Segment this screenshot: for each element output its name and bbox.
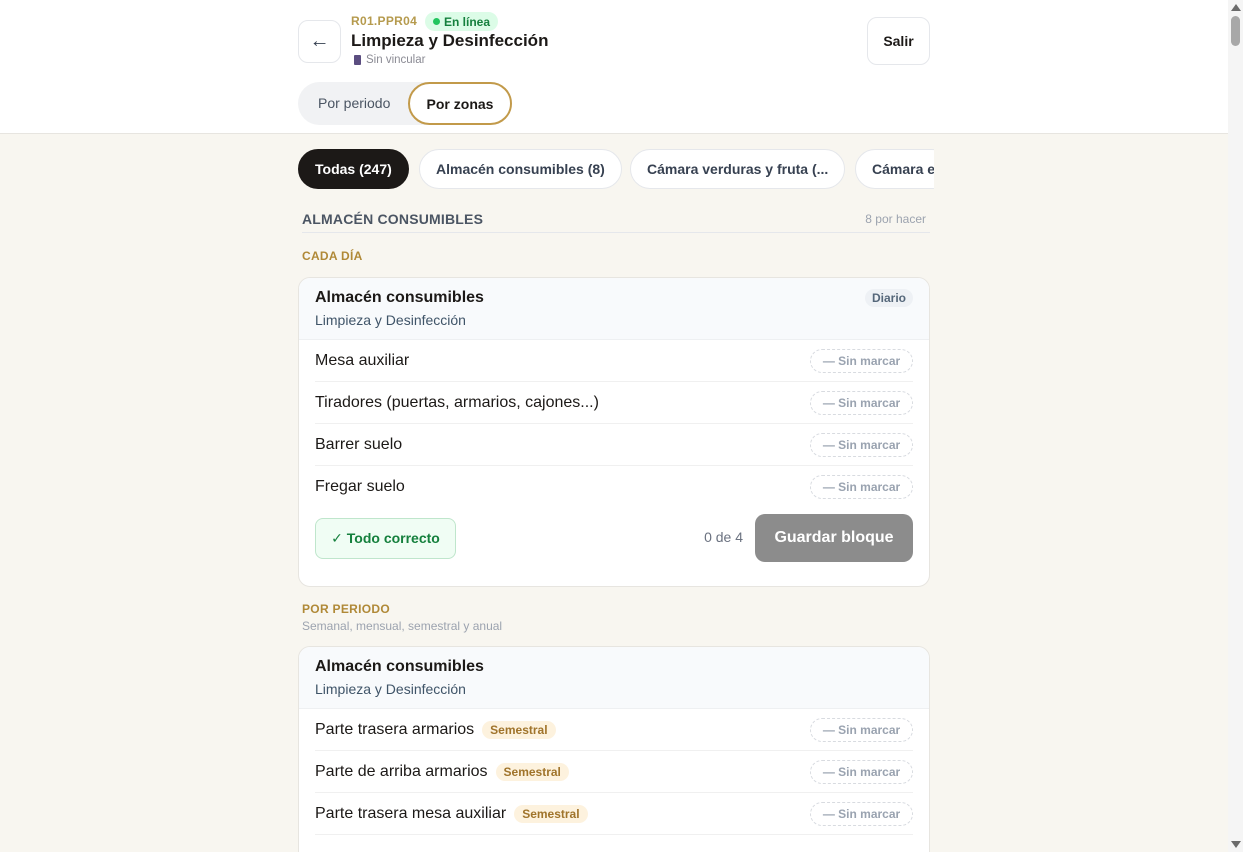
arrow-left-icon: ← [309, 30, 330, 52]
task-row: Parte trasera mesa auxiliar Semestral — … [315, 793, 913, 835]
card-footer: ✓ Todo correcto 0 de 4 Guardar bloque [299, 508, 929, 584]
periodic-card: Almacén consumibles Limpieza y Desinfecc… [298, 646, 930, 852]
exit-button[interactable]: Salir [867, 17, 930, 65]
section-pending-count: 8 por hacer [865, 212, 926, 226]
task-label: Parte trasera mesa auxiliar [315, 805, 507, 822]
card-subtitle: Limpieza y Desinfección [315, 312, 466, 328]
card-title: Almacén consumibles [315, 289, 484, 306]
task-name: Fregar suelo [315, 478, 405, 495]
mark-toggle[interactable]: — Sin marcar [810, 475, 913, 499]
link-status: Sin vincular [354, 54, 425, 66]
zone-filter-chips: Todas (247) Almacén consumibles (8) Cáma… [298, 149, 934, 189]
view-toggle: Por periodo Por zonas [298, 82, 512, 125]
page-header: ← R01.PPR04 En línea Limpieza y Desinfec… [0, 0, 1228, 134]
task-row: Barrer suelo — Sin marcar [315, 424, 913, 466]
mark-toggle[interactable]: — Sin marcar [810, 760, 913, 784]
chip-camara-verduras[interactable]: Cámara verduras y fruta (... [630, 149, 846, 189]
group-title-periodic: POR PERIODO [302, 602, 390, 616]
mark-toggle[interactable]: — Sin marcar [810, 391, 913, 415]
scroll-down-icon[interactable] [1231, 841, 1241, 848]
task-name: Mesa auxiliar [315, 352, 410, 369]
period-tag: Semestral [495, 763, 569, 781]
period-tag: Semestral [514, 805, 588, 823]
page-title: Limpieza y Desinfección [351, 31, 549, 50]
task-name: Tiradores (puertas, armarios, cajones...… [315, 394, 599, 411]
period-tag: Semestral [482, 721, 556, 739]
scroll-thumb[interactable] [1231, 16, 1240, 46]
group-title-daily: CADA DÍA [302, 249, 363, 263]
save-block-button[interactable]: Guardar bloque [755, 514, 913, 562]
section-title: ALMACÉN CONSUMIBLES [302, 211, 484, 227]
tab-por-zonas[interactable]: Por zonas [408, 82, 512, 125]
daily-card: Almacén consumibles Limpieza y Desinfecc… [298, 277, 930, 587]
section-header: ALMACÉN CONSUMIBLES 8 por hacer [302, 210, 930, 233]
page-scrollbar[interactable] [1228, 0, 1243, 852]
task-row: Parte trasera armarios Semestral — Sin m… [315, 709, 913, 751]
task-label: Parte trasera armarios [315, 721, 475, 738]
mark-toggle[interactable]: — Sin marcar [810, 802, 913, 826]
header-content: ← R01.PPR04 En línea Limpieza y Desinfec… [298, 0, 930, 134]
form-code: R01.PPR04 [351, 14, 418, 28]
back-button[interactable]: ← [298, 20, 341, 63]
frequency-badge: Diario [864, 289, 913, 307]
task-name: Parte de arriba armarios Semestral [315, 763, 569, 781]
card-title: Almacén consumibles [315, 658, 484, 675]
mark-toggle[interactable]: — Sin marcar [810, 433, 913, 457]
task-name: Barrer suelo [315, 436, 403, 453]
chip-almacen-consumibles[interactable]: Almacén consumibles (8) [419, 149, 622, 189]
progress-count: 0 de 4 [704, 529, 743, 545]
task-name: Parte trasera armarios Semestral [315, 721, 556, 739]
task-row: Mesa auxiliar — Sin marcar [315, 340, 913, 382]
link-status-label: Sin vincular [366, 54, 426, 66]
chip-todas[interactable]: Todas (247) [298, 149, 409, 189]
task-name: Parte trasera mesa auxiliar Semestral [315, 805, 588, 823]
task-row: Tiradores (puertas, armarios, cajones...… [315, 382, 913, 424]
mark-toggle[interactable]: — Sin marcar [810, 349, 913, 373]
task-row: Parte de arriba armarios Semestral — Sin… [315, 751, 913, 793]
all-correct-button[interactable]: ✓ Todo correcto [315, 518, 456, 559]
status-label: En línea [444, 14, 491, 29]
task-row: Fregar suelo — Sin marcar [315, 466, 913, 508]
book-icon [354, 55, 361, 65]
status-badge: En línea [425, 12, 499, 31]
card-header: Almacén consumibles Limpieza y Desinfecc… [299, 278, 929, 340]
card-header: Almacén consumibles Limpieza y Desinfecc… [299, 647, 929, 709]
chip-camara-e[interactable]: Cámara e [855, 149, 934, 189]
task-label: Parte de arriba armarios [315, 763, 488, 780]
online-dot-icon [433, 18, 440, 25]
card-subtitle: Limpieza y Desinfección [315, 681, 466, 697]
tab-por-periodo[interactable]: Por periodo [318, 95, 390, 111]
mark-toggle[interactable]: — Sin marcar [810, 718, 913, 742]
scroll-up-icon[interactable] [1231, 4, 1241, 11]
group-subtitle-periodic: Semanal, mensual, semestral y anual [302, 619, 503, 633]
